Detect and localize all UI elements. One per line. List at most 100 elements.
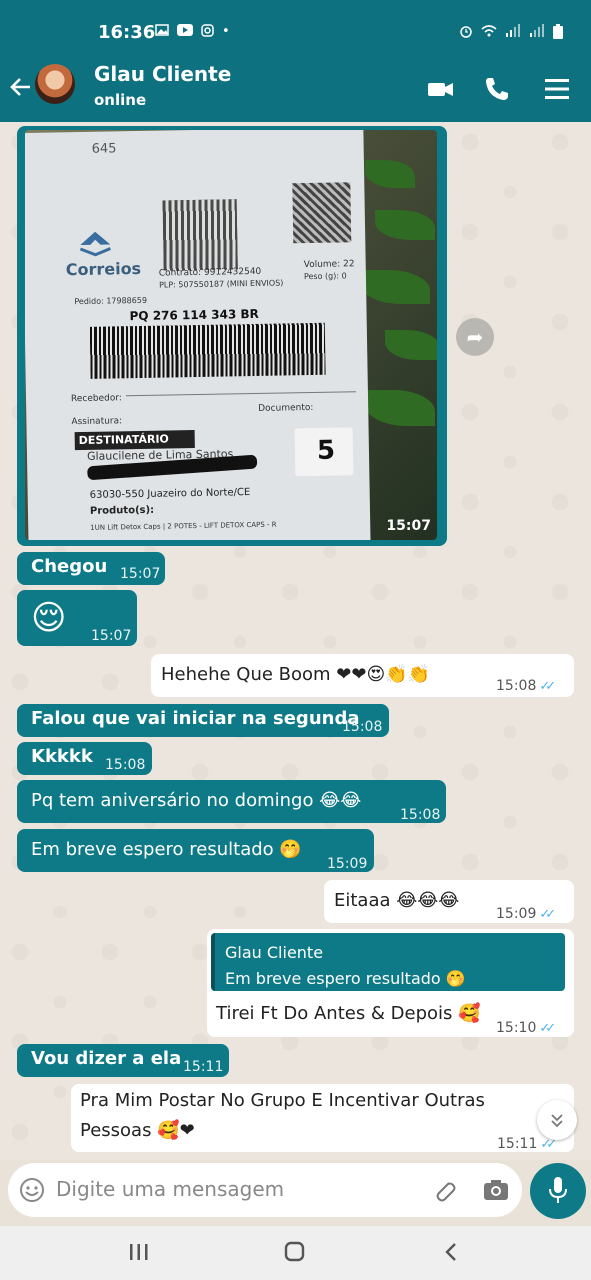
message-time: 15:08 ✓✓ <box>496 678 556 694</box>
status-bar: 16:36 • <box>0 0 591 56</box>
label-recebedor: Recebedor: <box>70 393 123 405</box>
message-in[interactable]: Vou dizer a ela 15:11 <box>17 1044 229 1077</box>
message-in[interactable]: Falou que vai iniciar na segunda 15:08 <box>17 704 389 737</box>
label-documento: Documento: <box>258 402 314 414</box>
message-time: 15:07 <box>91 628 132 644</box>
chat-area[interactable]: 645 Correios Contrato: 9912432540 Volume… <box>0 122 591 1160</box>
clock: 16:36 <box>98 22 156 43</box>
system-icons <box>459 24 563 39</box>
label-produtos: Produto(s): <box>89 504 155 517</box>
message-text: Chegou <box>31 556 108 577</box>
system-nav-bar <box>0 1226 591 1280</box>
contact-name[interactable]: Glau Cliente <box>94 62 231 86</box>
message-text: Tirei Ft Do Antes & Depois 🥰 <box>216 1003 481 1024</box>
quoted-author: Glau Cliente <box>225 943 324 962</box>
instagram-icon <box>201 24 214 37</box>
battery-icon <box>553 24 563 39</box>
message-text-line2: Pessoas 🥰❤ <box>80 1120 195 1141</box>
scroll-to-bottom-button[interactable] <box>537 1100 577 1140</box>
message-text: Hehehe Que Boom ❤❤😍👏👏 <box>161 664 431 685</box>
label-plp: PLP: 507550187 (MINI ENVIOS) <box>158 278 284 290</box>
notification-icons: • <box>155 24 230 39</box>
signal-2-icon <box>530 24 544 37</box>
barcode <box>89 322 326 379</box>
wifi-icon <box>481 25 497 37</box>
message-in[interactable]: 😌 15:07 <box>17 590 137 646</box>
message-text: Eitaaa 😂😂😂 <box>334 890 460 911</box>
message-time: 15:11 <box>183 1059 224 1075</box>
qr-code <box>162 199 238 271</box>
read-receipt-icon: ✓✓ <box>539 907 556 922</box>
label-number: 5 <box>316 435 336 466</box>
read-receipt-icon: ✓✓ <box>539 679 556 694</box>
attachment-icon[interactable] <box>431 1177 457 1203</box>
message-time: 15:08 <box>400 807 441 823</box>
message-time: 15:08 <box>105 757 146 773</box>
qr-code-2 <box>292 182 352 244</box>
label-brand: Correios <box>65 258 142 280</box>
label-tracking: PQ 276 114 343 BR <box>129 306 259 324</box>
message-time: 15:07 <box>120 566 161 582</box>
message-time: 15:08 <box>342 719 383 735</box>
home-icon[interactable] <box>284 1241 306 1263</box>
message-in[interactable]: Em breve espero resultado 🤭 15:09 <box>17 829 374 872</box>
message-text: Pq tem aniversário no domingo 😂😂 <box>31 790 362 811</box>
message-text: Em breve espero resultado 🤭 <box>31 839 302 860</box>
shipping-label: 645 Correios Contrato: 9912432540 Volume… <box>25 130 371 540</box>
label-product-line: 1UN Lift Detox Caps | 2 POTES - LIFT DET… <box>90 520 277 532</box>
message-text: Kkkkk <box>31 746 93 767</box>
message-in[interactable]: Kkkkk 15:08 <box>17 742 152 775</box>
mic-button[interactable] <box>530 1163 586 1219</box>
label-assinatura: Assinatura: <box>71 416 123 428</box>
message-out[interactable]: Hehehe Que Boom ❤❤😍👏👏 15:08 ✓✓ <box>151 654 574 697</box>
message-input[interactable]: Digite uma mensagem <box>56 1177 284 1201</box>
contact-status: online <box>94 91 147 109</box>
phone-call-icon[interactable] <box>482 74 512 104</box>
read-receipt-icon: ✓✓ <box>540 1137 557 1152</box>
message-out-reply[interactable]: Glau Cliente Em breve espero resultado 🤭… <box>207 929 574 1037</box>
image-icon <box>155 24 169 36</box>
quoted-text: Em breve espero resultado 🤭 <box>225 969 466 988</box>
youtube-icon <box>177 24 193 36</box>
double-chevron-down-icon <box>551 1114 563 1128</box>
avatar[interactable] <box>35 64 75 104</box>
message-text-line1: Pra Mim Postar No Grupo E Incentivar Out… <box>80 1090 485 1111</box>
notification-dot: • <box>222 24 230 39</box>
label-order: Pedido: 17988659 <box>74 295 148 307</box>
label-volume: Volume: 22 <box>303 259 355 271</box>
label-contract: Contrato: 9912432540 <box>158 266 262 279</box>
chat-header: Glau Cliente online <box>0 56 591 122</box>
message-out[interactable]: Eitaaa 😂😂😂 15:09 ✓✓ <box>324 880 574 923</box>
handwritten-number: 645 <box>91 141 117 157</box>
back-nav-icon[interactable] <box>443 1242 459 1262</box>
message-in[interactable]: Pq tem aniversário no domingo 😂😂 15:08 <box>17 780 446 823</box>
message-time: 15:09 <box>327 856 368 872</box>
label-weight: Peso (g): 0 <box>303 271 347 282</box>
alarm-icon <box>460 26 472 38</box>
message-in[interactable]: Chegou 15:07 <box>17 552 165 585</box>
emoji-icon[interactable] <box>19 1177 45 1203</box>
label-destinatario: DESTINATÁRIO <box>78 432 169 448</box>
image-message[interactable]: 645 Correios Contrato: 9912432540 Volume… <box>17 126 447 546</box>
message-composer[interactable]: Digite uma mensagem <box>8 1163 522 1217</box>
message-text: Vou dizer a ela <box>31 1048 182 1069</box>
mic-icon <box>549 1177 567 1203</box>
label-cep-city: 63030-550 Juazeiro do Norte/CE <box>89 487 251 501</box>
message-time: 15:10 ✓✓ <box>496 1020 556 1036</box>
read-receipt-icon: ✓✓ <box>539 1021 556 1036</box>
message-out[interactable]: Pra Mim Postar No Grupo E Incentivar Out… <box>71 1084 574 1152</box>
signal-icon <box>506 24 520 37</box>
menu-icon[interactable] <box>542 74 572 104</box>
forward-icon[interactable]: ➦ <box>456 318 494 356</box>
message-time: 15:11 ✓✓ <box>497 1136 557 1152</box>
package-photo[interactable]: 645 Correios Contrato: 9912432540 Volume… <box>25 130 437 540</box>
image-timestamp: 15:07 <box>386 518 431 534</box>
message-emoji: 😌 <box>31 598 67 638</box>
recent-apps-icon[interactable] <box>128 1243 150 1261</box>
video-call-icon[interactable] <box>426 74 456 104</box>
back-arrow-icon[interactable] <box>8 74 34 100</box>
message-time: 15:09 ✓✓ <box>496 906 556 922</box>
quoted-message[interactable]: Glau Cliente Em breve espero resultado 🤭 <box>211 933 565 991</box>
correios-logo-icon <box>79 231 111 257</box>
camera-icon[interactable] <box>483 1178 509 1202</box>
